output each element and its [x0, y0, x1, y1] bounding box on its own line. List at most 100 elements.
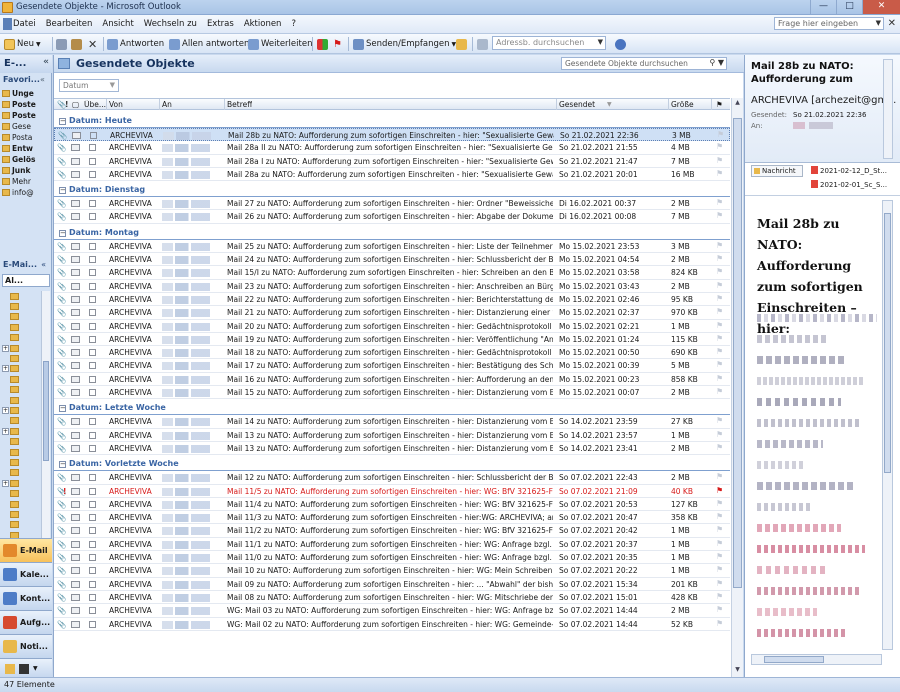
message-row[interactable]: 📎 ARCHEVIVA Mail 08 zu NATO: Aufforderung …: [54, 591, 730, 605]
chevron-down-icon[interactable]: ▼: [598, 38, 603, 46]
tree-item[interactable]: [2, 520, 40, 530]
column-sent[interactable]: Übe...: [84, 100, 106, 109]
flag-icon[interactable]: ⚑: [716, 321, 723, 330]
flag-icon[interactable]: ⚑: [716, 619, 723, 628]
menu-ansicht[interactable]: Ansicht: [102, 19, 133, 29]
flag-icon[interactable]: ⚑: [716, 307, 723, 316]
group-header[interactable]: − Datum: Dienstag: [54, 181, 730, 198]
flag-icon[interactable]: ⚑: [716, 512, 723, 521]
tree-item[interactable]: [2, 312, 40, 322]
collapse-group-icon[interactable]: −: [59, 187, 66, 195]
favorite-item[interactable]: Posta: [2, 132, 50, 143]
body-horizontal-scrollbar[interactable]: [751, 654, 882, 665]
flag-icon[interactable]: ⚑: [716, 211, 723, 220]
move-button[interactable]: [71, 37, 84, 51]
menu-datei[interactable]: Datei: [13, 19, 36, 29]
tree-item[interactable]: [2, 447, 40, 457]
attachment-item[interactable]: 2021-02-01_Sc_S...: [811, 180, 895, 189]
tree-item[interactable]: [2, 395, 40, 405]
tree-item[interactable]: [2, 353, 40, 363]
flag-icon[interactable]: ⚑: [716, 539, 723, 548]
favorite-item[interactable]: Poste: [2, 110, 50, 121]
flag-icon[interactable]: ⚑: [716, 387, 723, 396]
scrollbar-thumb[interactable]: [43, 361, 49, 461]
message-row[interactable]: 📎 ARCHEVIVA Mail 14 zu NATO: Aufforderung …: [54, 415, 730, 429]
message-row[interactable]: 📎 ARCHEVIVA Mail 11/3 zu NATO: Aufforderun…: [54, 511, 730, 525]
flag-icon[interactable]: ⚑: [716, 605, 723, 614]
flag-icon[interactable]: ⚑: [716, 360, 723, 369]
flag-icon[interactable]: ⚑: [716, 565, 723, 574]
message-row[interactable]: 📎 ARCHEVIVA WG: Mail 03 zu NATO: Aufforder…: [54, 604, 730, 618]
nav-button-tasks[interactable]: Aufg...: [0, 610, 52, 634]
tree-item[interactable]: +: [2, 426, 40, 436]
body-scrollbar[interactable]: [882, 200, 893, 650]
message-row[interactable]: 📎 ARCHEVIVA Mail 16 zu NATO: Aufforderung …: [54, 373, 730, 387]
tree-item[interactable]: [2, 374, 40, 384]
collapse-group-icon[interactable]: −: [59, 229, 66, 237]
collapse-group-icon[interactable]: −: [59, 405, 66, 413]
tree-item[interactable]: [2, 499, 40, 509]
tree-item[interactable]: +: [2, 478, 40, 488]
message-row[interactable]: 📎 ARCHEVIVA Mail 17 zu NATO: Aufforderung …: [54, 359, 730, 373]
flag-icon[interactable]: ⚑: [716, 486, 723, 495]
flag-icon[interactable]: ⚑: [716, 142, 723, 151]
flag-icon[interactable]: ⚑: [716, 347, 723, 356]
flag-icon[interactable]: ⚑: [716, 241, 723, 250]
close-menu-icon[interactable]: ✕: [888, 18, 896, 29]
message-row[interactable]: 📎 ARCHEVIVA Mail 11/0 zu NATO: Aufforderun…: [54, 551, 730, 565]
group-header[interactable]: − Datum: Heute: [54, 112, 730, 128]
flag-icon[interactable]: ⚑: [716, 592, 723, 601]
expand-icon[interactable]: +: [2, 479, 9, 487]
message-row[interactable]: 📎 ARCHEVIVA Mail 09 zu NATO: Aufforderung …: [54, 578, 730, 591]
message-row[interactable]: 📎 ARCHEVIVA Mail 13 zu NATO: Aufforderung …: [54, 429, 730, 442]
flag-icon[interactable]: ⚑: [716, 525, 723, 534]
column-size[interactable]: Größe: [671, 100, 694, 109]
message-tab[interactable]: Nachricht: [751, 165, 803, 177]
group-header[interactable]: − Datum: Letzte Woche: [54, 399, 730, 416]
message-row[interactable]: 📎 ARCHEVIVA Mail 12 zu NATO: Aufforderung …: [54, 471, 730, 485]
favorite-item[interactable]: info@: [2, 187, 50, 198]
importance-column-icon[interactable]: !: [65, 100, 68, 109]
favorite-item[interactable]: Poste: [2, 99, 50, 110]
favorite-item[interactable]: Unge: [2, 88, 50, 99]
collapse-group-icon[interactable]: −: [59, 118, 66, 125]
scroll-down-icon[interactable]: ▼: [733, 666, 742, 676]
collapse-favorites-icon[interactable]: «: [40, 75, 45, 84]
configure-buttons-icon[interactable]: ▼: [33, 665, 38, 672]
favorite-item[interactable]: Gese: [2, 121, 50, 132]
favorite-item[interactable]: Gelös: [2, 154, 50, 165]
message-row[interactable]: 📎 ARCHEVIVA Mail 10 zu NATO: Aufforderung …: [54, 564, 730, 578]
message-row[interactable]: 📎 ARCHEVIVA Mail 26 zu NATO: Aufforderung …: [54, 210, 730, 224]
tree-item[interactable]: +: [2, 364, 40, 374]
tree-item[interactable]: [2, 322, 40, 332]
group-header[interactable]: − Datum: Vorletzte Woche: [54, 455, 730, 472]
categorize-button[interactable]: [317, 37, 330, 51]
tree-item[interactable]: [2, 509, 40, 519]
scrollbar-thumb[interactable]: [733, 118, 742, 588]
flag-icon[interactable]: ⚑: [716, 443, 723, 452]
message-row[interactable]: 📎 ARCHEVIVA Mail 20 zu NATO: Aufforderung …: [54, 320, 730, 333]
flag-icon[interactable]: ⚑: [716, 169, 723, 178]
column-from[interactable]: Von: [109, 100, 123, 109]
flag-icon[interactable]: ⚑: [716, 579, 723, 588]
tree-item[interactable]: +: [2, 343, 40, 353]
message-row[interactable]: 📎 ARCHEVIVA Mail 28a I zu NATO: Aufforderu…: [54, 155, 730, 168]
icon-column-icon[interactable]: ▢: [72, 100, 79, 109]
expand-icon[interactable]: +: [2, 344, 9, 352]
message-row[interactable]: 📎 ARCHEVIVA Mail 27 zu NATO: Aufforderung …: [54, 197, 730, 211]
message-row[interactable]: 📎 ARCHEVIVA Mail 28a II zu NATO: Aufforder…: [54, 141, 730, 155]
scrollbar-thumb[interactable]: [764, 656, 824, 663]
address-book-button[interactable]: [477, 37, 490, 51]
menu-wechseln-zu[interactable]: Wechseln zu: [144, 19, 197, 29]
message-row[interactable]: 📎 ARCHEVIVA Mail 15 zu NATO: Aufforderung …: [54, 386, 730, 400]
menu-bearbeiten[interactable]: Bearbeiten: [46, 19, 93, 29]
address-book-search-input[interactable]: Adressb. durchsuchen ▼: [492, 36, 606, 50]
tree-item[interactable]: +: [2, 405, 40, 415]
help-search-input[interactable]: Frage hier eingeben ▼: [774, 17, 884, 30]
favorite-item[interactable]: Entw: [2, 143, 50, 154]
flag-icon[interactable]: ⚑: [716, 416, 723, 425]
message-row[interactable]: 📎 ARCHEVIVA WG: Mail 02 zu NATO: Aufforder…: [54, 618, 730, 631]
delete-button[interactable]: ✕: [88, 37, 97, 51]
nav-button-calendar[interactable]: Kale...: [0, 562, 52, 586]
flag-icon[interactable]: ⚑: [716, 294, 723, 303]
